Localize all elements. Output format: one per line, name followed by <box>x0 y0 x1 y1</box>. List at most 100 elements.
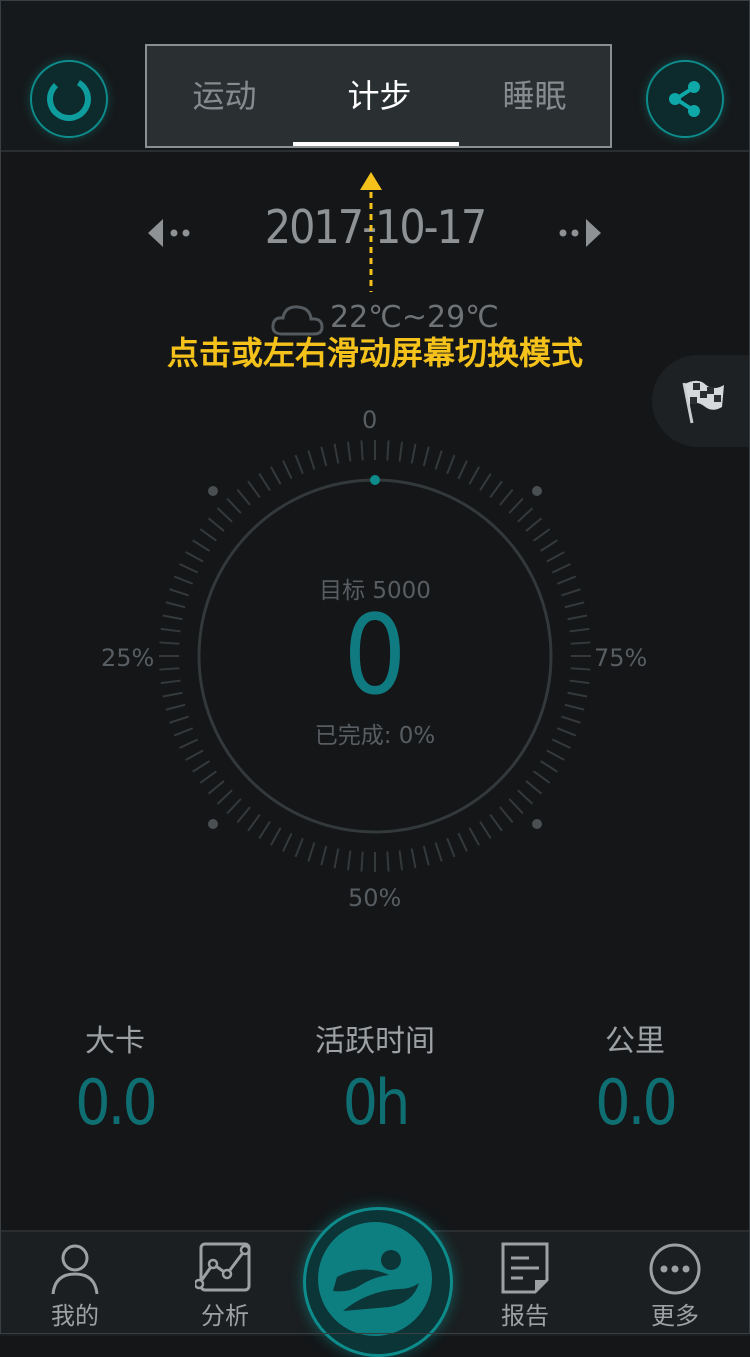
dial-tick <box>165 601 186 609</box>
dial-tick <box>162 614 183 621</box>
dial-tick <box>173 575 194 585</box>
dial-tick <box>160 679 181 685</box>
dial-tick <box>282 460 293 480</box>
dial-tick <box>346 850 352 871</box>
dial-tick <box>546 551 565 563</box>
dial-tick <box>517 507 534 523</box>
tab-sleep[interactable]: 睡眠 <box>457 46 612 146</box>
dial-tick <box>307 842 316 862</box>
dial-tick <box>333 848 340 869</box>
nav-label-me: 我的 <box>51 1302 99 1330</box>
nav-item-analysis[interactable]: 分析 <box>150 1232 300 1336</box>
dial-tick <box>226 497 242 514</box>
dial-tick <box>468 827 480 846</box>
dial-tick <box>561 715 581 724</box>
dial-tick <box>360 440 364 461</box>
dial-tick <box>173 727 194 737</box>
dial-tick <box>410 848 417 869</box>
dial-tick <box>165 703 186 711</box>
dial-tick <box>162 691 183 698</box>
stat-distance-label: 公里 <box>605 1024 665 1059</box>
dial-tick <box>556 727 577 737</box>
dial-tick <box>567 614 588 621</box>
dial-tick <box>247 480 261 499</box>
active-tab-indicator <box>293 142 459 146</box>
dial-tick <box>333 443 340 464</box>
dial-tick <box>192 760 211 773</box>
share-button[interactable] <box>646 60 724 138</box>
dial-tick <box>479 820 492 839</box>
nav-label-report: 报告 <box>501 1302 549 1330</box>
dial-tick <box>489 813 503 832</box>
dial-tick <box>294 837 304 858</box>
dial-tick <box>179 738 199 749</box>
share-icon <box>669 81 700 117</box>
dial-tick <box>294 454 304 475</box>
dial-label-top: 0 <box>362 406 378 434</box>
stat-active-time-value: 0h <box>342 1066 411 1139</box>
dial-tick <box>159 641 180 645</box>
dial-tick <box>422 845 430 866</box>
dial-tick <box>207 780 225 795</box>
dial-tick <box>564 703 585 711</box>
person-icon <box>51 1244 99 1295</box>
progress-marker <box>370 475 380 485</box>
dial-tick <box>532 770 551 784</box>
dial-tick <box>320 446 328 467</box>
nav-item-more[interactable]: 更多 <box>600 1232 750 1336</box>
dial-tick <box>489 480 503 499</box>
dial-tick <box>307 450 316 470</box>
nav-item-report[interactable]: 报告 <box>450 1232 600 1336</box>
dial-tick <box>398 441 404 462</box>
dial-tick <box>508 798 524 815</box>
tab-exercise[interactable]: 运动 <box>147 46 302 146</box>
sync-ring-icon <box>47 77 91 121</box>
dial-tick <box>199 528 218 542</box>
dial-tick <box>556 575 577 585</box>
dial-tick <box>346 441 352 462</box>
dial-tick <box>539 760 558 773</box>
more-icon <box>649 1243 701 1295</box>
dial-tick <box>160 627 181 633</box>
dial-tick <box>479 473 492 492</box>
dial-tick <box>422 446 430 467</box>
hint-arrow-icon <box>360 172 382 292</box>
dial-tick <box>517 789 534 805</box>
dial-tick <box>216 789 233 805</box>
dial-tick <box>457 460 468 480</box>
nav-label-analysis: 分析 <box>201 1302 249 1330</box>
nav-label-more: 更多 <box>651 1302 699 1330</box>
dial-tick <box>169 588 189 597</box>
dial-tick <box>169 715 189 724</box>
dial-tick <box>236 806 251 824</box>
dial-tick <box>258 473 271 492</box>
tab-pedometer[interactable]: 计步 <box>302 46 457 146</box>
center-logo-button[interactable] <box>303 1207 453 1357</box>
dial-tick <box>564 601 585 609</box>
dial-tick <box>270 827 282 846</box>
dial-tick <box>569 679 590 685</box>
chart-icon <box>195 1242 251 1292</box>
dial-tick <box>570 641 591 645</box>
dial-tick <box>567 691 588 698</box>
dial-tick <box>434 450 443 470</box>
dial-tick <box>185 551 204 563</box>
dial-tick <box>434 842 443 862</box>
prev-day-button[interactable] <box>145 215 205 251</box>
dial-tick <box>569 627 590 633</box>
swift-logo-icon <box>318 1222 432 1336</box>
dial-tick <box>508 497 524 514</box>
dial-tick <box>457 832 468 852</box>
sync-button[interactable] <box>30 60 108 138</box>
dial-tick <box>561 588 581 597</box>
dial-tick <box>570 667 591 671</box>
dial-tick <box>386 851 390 872</box>
dial-tick <box>499 806 514 824</box>
nav-item-me[interactable]: 我的 <box>0 1232 150 1336</box>
next-day-button[interactable] <box>555 215 615 251</box>
dial-tick <box>258 820 271 839</box>
mode-tabs: 运动 计步 睡眠 <box>145 44 612 148</box>
swipe-hint-text: 点击或左右滑动屏幕切换模式 <box>166 334 583 372</box>
dial-tick <box>410 443 417 464</box>
dial-tick <box>185 749 204 761</box>
